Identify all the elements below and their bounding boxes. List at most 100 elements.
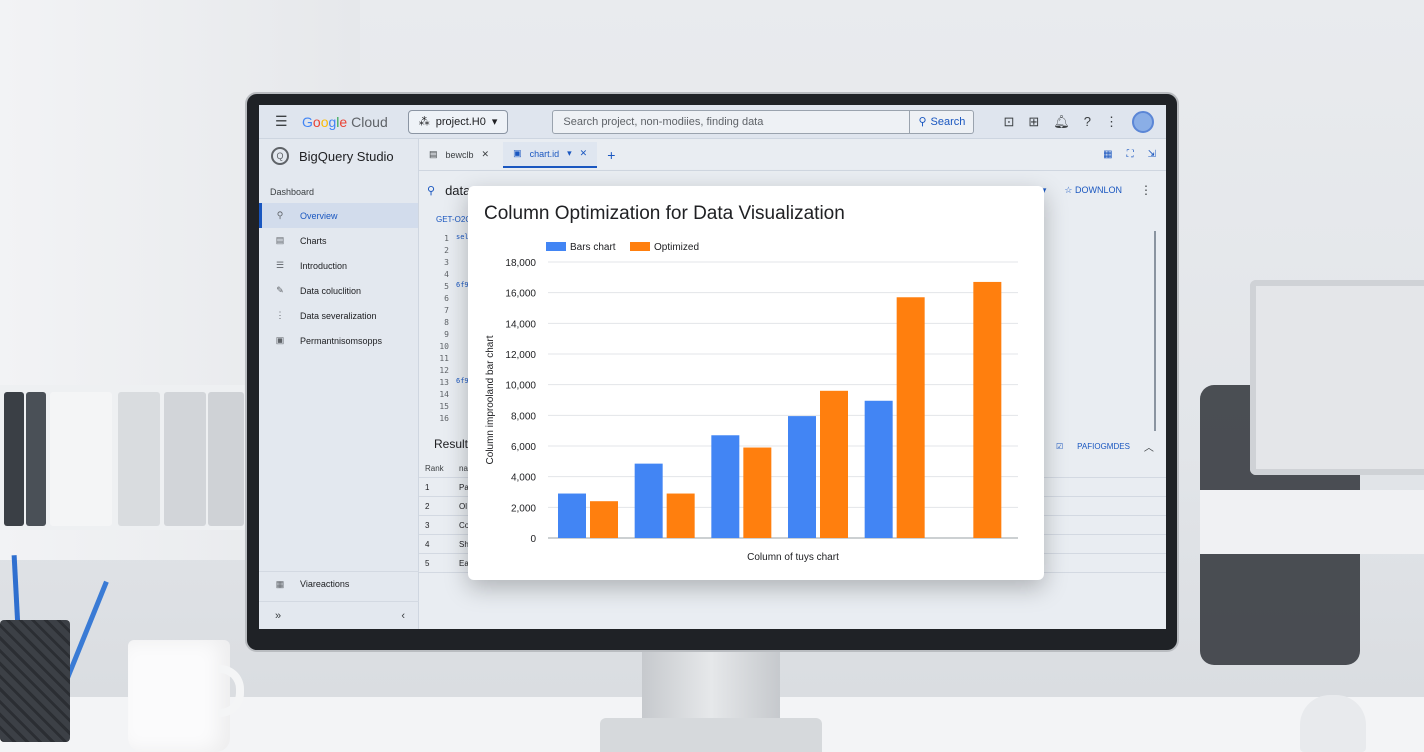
project-selector[interactable]: ⁂ project.H0 ▾ [407,109,509,134]
line-number: 11 [439,354,449,363]
search-button[interactable]: ⚲ Search [910,109,975,134]
background-monitor [1250,280,1424,475]
chevron-up-icon[interactable]: ︿ [1144,439,1154,454]
sidebar-item-label: Data severalization [300,310,377,321]
code-fragment[interactable]: sel [456,233,469,241]
more-vert-icon[interactable]: ⋮ [1105,114,1118,130]
terminal-icon[interactable]: ⊡ [1003,114,1014,130]
line-number: 10 [439,342,449,351]
bell-icon[interactable]: 🔔︎ [1053,114,1070,130]
results-option-label[interactable]: PAFIOGMDES [1077,442,1130,451]
sidebar-item-introduction[interactable]: ☰ Introduction [259,253,418,278]
line-number: 4 [444,270,449,279]
editor-scrollbar[interactable] [1154,231,1160,431]
chevron-down-icon: ▾ [491,116,498,128]
bar-optimized [590,501,618,538]
search-input[interactable]: Search project, non-modiies, finding dat… [552,109,911,134]
help-icon[interactable]: ? [1084,114,1091,129]
results-toolbar: ☑ PAFIOGMDES ︿ [1056,439,1154,454]
line-number: 14 [439,390,449,399]
line-number: 9 [444,330,449,339]
bar-optimized [666,493,695,538]
pen-holder [0,620,70,742]
y-tick-label: 8,000 [511,411,536,422]
more-vert-icon[interactable]: ⋮ [1140,183,1152,197]
bar-bars-chart [864,400,893,538]
studio-title: BigQuery Studio [299,148,394,164]
y-tick-label: 2,000 [511,503,536,514]
split-view-icon[interactable]: ⇲ [1148,149,1156,160]
tab-bewclb[interactable]: ▤ bewclb ✕ [419,142,499,168]
monitor-stand [642,650,780,725]
add-tab-icon[interactable]: + [601,147,621,163]
sidebar-item-label: Permantnisomsopps [300,335,383,346]
search-button-label: Search [930,115,966,128]
download-button[interactable]: ☆ DOWNLON [1064,185,1122,196]
project-name: project.H0 [435,115,486,128]
chart-icon: ▣ [513,148,522,158]
sidebar-item-label: Charts [300,235,327,246]
menu-icon[interactable]: ☰ [275,113,289,130]
sidebar-item-label: Data coluclition [300,285,362,296]
y-tick-label: 14,000 [505,319,536,330]
chart-modal: Column Optimization for Data Visualizati… [468,186,1044,580]
table-cell: 1 [425,482,430,492]
chevron-down-icon[interactable]: ▾ [567,148,572,159]
google-cloud-logo[interactable]: Google Cloud [302,114,388,130]
tab-chart-id[interactable]: ▣ chart.id ▾ ✕ [503,141,598,168]
close-icon[interactable]: ✕ [580,148,588,159]
sidebar-item-label: Overview [300,210,338,221]
image-icon[interactable]: ⊞ [1028,114,1039,130]
sidebar-item-viareactions[interactable]: ▦ Viareactions [259,571,419,596]
table-cell: 3 [425,520,430,530]
background-desk [1200,490,1424,554]
sidebar-item-data-severalization[interactable]: ⋮ Data severalization [259,303,418,328]
y-tick-label: 18,000 [505,258,536,269]
line-number: 15 [439,402,449,411]
tab-label: chart.id [529,148,560,159]
bar-optimized [896,297,925,538]
sidebar-collapse-row: » ‹ [259,601,419,629]
checkbox-icon[interactable]: ☑ [1056,442,1063,451]
binder [50,392,112,526]
binder [26,392,46,526]
line-number: 3 [444,258,449,267]
line-number: 2 [444,246,449,255]
line-number: 8 [444,318,449,327]
line-numbers: 1 2 3 4 5 6 7 8 9 10 11 12 13 14 15 16 [429,233,449,425]
y-tick-label: 12,000 [505,350,536,361]
y-tick-label: 16,000 [505,289,536,300]
sidebar-item-data-colulation[interactable]: ✎ Data coluclition [259,278,418,303]
table-icon: ▤ [429,149,438,159]
collapse-icon[interactable]: ‹ [401,610,405,622]
tab-label: bewclb [445,149,474,160]
close-icon[interactable]: ✕ [482,149,490,160]
sidebar-item-overview[interactable]: ⚲ Overview [259,203,418,228]
editor-subtab[interactable]: GET-O2C [436,215,471,224]
expand-icon[interactable]: » [275,610,281,622]
query-icon: ⚲ [427,184,436,197]
project-icon: ⁂ [418,116,430,128]
line-number: 5 [444,282,449,291]
y-tick-label: 4,000 [511,473,536,484]
sidebar-item-charts[interactable]: ▤ Charts [259,228,418,253]
line-number: 7 [444,306,449,315]
speaker-puck [1300,695,1366,752]
fullscreen-icon[interactable]: ⛶ [1127,149,1134,160]
sidebar-section-label: Dashboard [270,187,315,197]
avatar[interactable] [1132,110,1154,133]
grid-view-icon[interactable]: ▦ [1103,149,1112,160]
y-tick-label: 0 [530,534,536,545]
bar-bars-chart [788,416,816,538]
editor-tabs: ▤ bewclb ✕ ▣ chart.id ▾ ✕ + ▦ ⛶ ⇲ [419,139,1166,171]
search-placeholder: Search project, non-modiies, finding dat… [563,115,764,128]
sidebar-item-permissions[interactable]: ▣ Permantnisomsopps [259,328,418,353]
coffee-mug [128,640,230,752]
binder [4,392,24,526]
search-icon: ⚲ [276,210,284,220]
bar-optimized [743,447,772,538]
y-tick-label: 10,000 [505,381,536,392]
code-fragment[interactable]: 6f9 [456,377,469,385]
bigquery-studio-header[interactable]: Q BigQuery Studio [259,139,418,173]
code-fragment[interactable]: 6f9 [456,281,469,289]
